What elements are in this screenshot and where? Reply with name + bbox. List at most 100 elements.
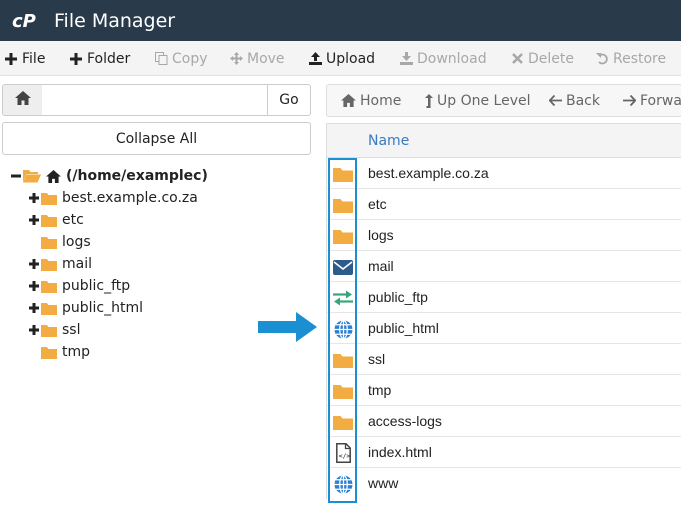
tree-item-label: public_ftp: [62, 278, 131, 294]
tree-item-label: best.example.co.za: [62, 190, 198, 206]
collapse-all-button[interactable]: Collapse All: [2, 122, 311, 155]
table-row[interactable]: logs: [326, 220, 681, 251]
file-name: www: [368, 475, 399, 491]
nav-back-button[interactable]: Back: [549, 85, 600, 116]
folder-icon: [41, 346, 57, 359]
copy-label: Copy: [172, 50, 208, 67]
arrow-left-icon: [549, 95, 562, 106]
nav-back-label: Back: [566, 92, 600, 109]
cpanel-logo-icon: cP: [12, 10, 42, 32]
file-name: best.example.co.za: [368, 165, 489, 181]
folder-icon: [41, 214, 57, 227]
tree-item[interactable]: tmp: [28, 342, 90, 362]
nav-up-one-level-label: Up One Level: [437, 92, 531, 109]
folder-icon: [41, 192, 57, 205]
new-file-button[interactable]: File: [4, 41, 46, 75]
copy-button[interactable]: Copy: [154, 41, 208, 75]
tree-item[interactable]: public_html: [28, 298, 143, 318]
move-button[interactable]: Move: [229, 41, 285, 75]
restore-button[interactable]: Restore: [595, 41, 667, 75]
tree-root[interactable]: (/home/examplec): [10, 166, 208, 186]
nav-up-one-level-button[interactable]: Up One Level: [425, 85, 531, 116]
new-folder-button[interactable]: Folder: [69, 41, 131, 75]
table-header: Name: [326, 123, 681, 158]
download-button[interactable]: Download: [399, 41, 487, 75]
times-icon: [510, 52, 524, 66]
expand-toggle-icon[interactable]: [28, 281, 39, 291]
new-folder-label: Folder: [87, 50, 131, 67]
copy-icon: [154, 52, 168, 66]
nav-home-button[interactable]: Home: [341, 85, 401, 116]
nav-forward-button[interactable]: Forward: [623, 85, 681, 116]
toolbar: File Folder Copy Move Upload Download De…: [0, 41, 681, 76]
folder-icon: [41, 302, 57, 315]
collapse-toggle-icon[interactable]: [10, 171, 21, 181]
tree-item-label: tmp: [62, 344, 91, 360]
arrow-right-icon: [623, 95, 636, 106]
name-column-header[interactable]: Name: [368, 133, 409, 149]
tree-item[interactable]: best.example.co.za: [28, 188, 198, 208]
plus-icon: [69, 52, 83, 66]
icon-column-highlight: [328, 158, 357, 503]
table-row[interactable]: mail: [326, 251, 681, 282]
file-name: etc: [368, 196, 387, 212]
table-row[interactable]: best.example.co.za: [326, 158, 681, 189]
app-header: cP File Manager: [0, 0, 681, 41]
upload-icon: [308, 52, 322, 66]
tree-item-label: etc: [62, 212, 84, 228]
restore-label: Restore: [613, 50, 667, 67]
folder-icon: [41, 324, 57, 337]
table-row[interactable]: public_html: [326, 313, 681, 344]
svg-text:cP: cP: [12, 11, 36, 32]
file-name: index.html: [368, 444, 432, 460]
tree-item[interactable]: public_ftp: [28, 276, 130, 296]
upload-button[interactable]: Upload: [308, 41, 375, 75]
file-table: Name best.example.co.za etc logs mail pu…: [326, 123, 681, 499]
table-row[interactable]: www: [326, 468, 681, 499]
move-label: Move: [247, 50, 285, 67]
nav-home-label: Home: [360, 92, 402, 109]
expand-toggle-icon[interactable]: [28, 303, 39, 313]
new-file-label: File: [22, 50, 46, 67]
file-name: public_html: [368, 320, 439, 336]
file-name: public_ftp: [368, 289, 428, 305]
file-name: logs: [368, 227, 394, 243]
file-name: ssl: [368, 351, 386, 367]
tree-item-label: ssl: [62, 322, 81, 338]
level-up-icon: [425, 93, 433, 108]
tree-item[interactable]: logs: [28, 232, 91, 252]
expand-toggle-icon[interactable]: [28, 259, 39, 269]
delete-label: Delete: [528, 50, 574, 67]
file-name: mail: [368, 258, 394, 274]
expand-toggle-icon[interactable]: [28, 193, 39, 203]
delete-button[interactable]: Delete: [510, 41, 574, 75]
table-row[interactable]: public_ftp: [326, 282, 681, 313]
folder-icon: [41, 280, 57, 293]
pointer-arrow-icon: [258, 312, 318, 347]
table-row[interactable]: tmp: [326, 375, 681, 406]
file-name: tmp: [368, 382, 392, 398]
undo-icon: [595, 52, 609, 66]
navigation-bar: Home Up One Level Back Forward: [326, 84, 681, 117]
tree-item[interactable]: ssl: [28, 320, 80, 340]
table-row[interactable]: etc: [326, 189, 681, 220]
app-title: File Manager: [54, 9, 176, 32]
table-row[interactable]: access-logs: [326, 406, 681, 437]
download-icon: [399, 52, 413, 66]
tree-root-label: (/home/examplec): [66, 168, 208, 184]
file-name: access-logs: [368, 413, 442, 429]
go-button[interactable]: Go: [267, 84, 311, 116]
tree-item-label: logs: [62, 234, 91, 250]
home-icon: [46, 169, 61, 183]
expand-toggle-icon[interactable]: [28, 325, 39, 335]
path-home-button[interactable]: [2, 84, 43, 116]
expand-toggle-icon[interactable]: [28, 215, 39, 225]
table-row[interactable]: ssl: [326, 344, 681, 375]
table-row[interactable]: </> index.html: [326, 437, 681, 468]
tree-item[interactable]: mail: [28, 254, 92, 274]
path-input[interactable]: [42, 84, 268, 116]
nav-forward-label: Forward: [640, 92, 681, 109]
plus-icon: [4, 52, 18, 66]
tree-item[interactable]: etc: [28, 210, 84, 230]
download-label: Download: [417, 50, 487, 67]
